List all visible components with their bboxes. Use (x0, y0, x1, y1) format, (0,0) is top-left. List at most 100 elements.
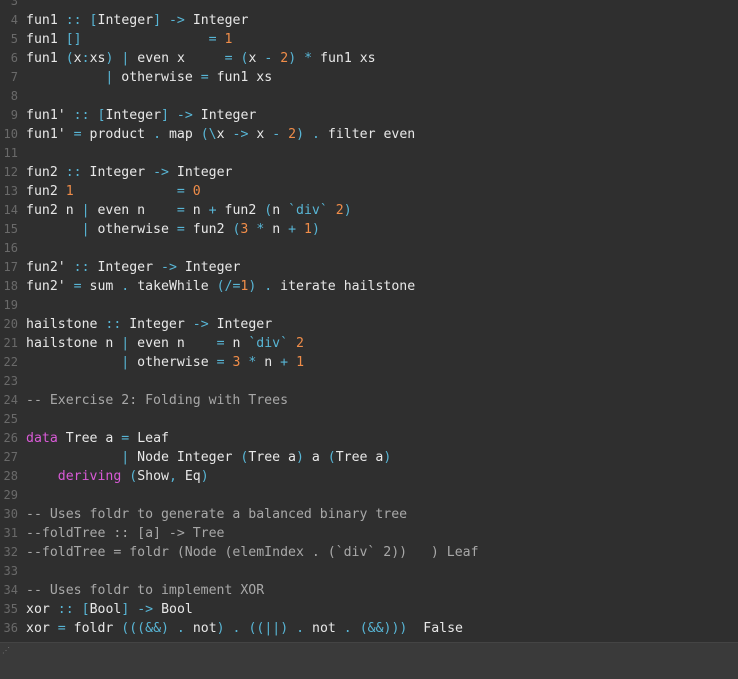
code-line-18[interactable]: 18 fun2' = sum . takeWhile (/=1) . iterat… (0, 277, 738, 296)
code-token: -> (232, 127, 249, 142)
code-token: :: (65, 13, 82, 28)
code-token: -> (176, 108, 193, 123)
code-token: fun2' (26, 279, 74, 294)
code-line-4[interactable]: 4 fun1 :: [Integer] -> Integer (0, 11, 738, 30)
code-token: Integer (89, 260, 161, 275)
line-number: 6 (10, 51, 18, 65)
code-line-32[interactable]: 32 --foldTree = foldr (Node (elemIndex . … (0, 543, 738, 562)
code-line-9[interactable]: 9 fun1' :: [Integer] -> Integer (0, 106, 738, 125)
code-token: 2 (280, 51, 289, 66)
code-line-12[interactable]: 12 fun2 :: Integer -> Integer (0, 163, 738, 182)
code-line-23[interactable]: 23 (0, 372, 738, 391)
code-token: ) (161, 621, 169, 636)
code-token: hailstone (26, 317, 106, 332)
code-line-10[interactable]: 10 fun1' = product . map (\x -> x - 2) . … (0, 125, 738, 144)
code-token: -> (153, 165, 169, 180)
code-token: x (248, 127, 273, 142)
code-token: `div` (288, 203, 328, 218)
line-number: 30 (3, 507, 18, 521)
code-token: || (264, 621, 281, 636)
code-token: ( (65, 51, 74, 66)
code-token: fun2 n (26, 203, 82, 218)
code-line-35[interactable]: 35 xor :: [Bool] -> Bool (0, 600, 738, 619)
line-number: 26 (3, 431, 18, 445)
code-line-3[interactable]: 3 (0, 0, 738, 11)
code-line-15[interactable]: 15 | otherwise = fun2 (3 * n + 1) (0, 220, 738, 239)
code-token: ) (383, 450, 392, 465)
code-token: :: (73, 108, 90, 123)
line-number: 3 (10, 0, 18, 8)
code-token: xor (26, 602, 58, 617)
code-token: fun1 (26, 32, 66, 47)
code-text: --foldTree :: [a] -> Tree (26, 524, 225, 543)
resize-grip-icon[interactable]: ⋰ (2, 646, 10, 655)
code-token: Tree a (335, 450, 384, 465)
code-line-27[interactable]: 27 | Node Integer (Tree a) a (Tree a) (0, 448, 738, 467)
code-line-11[interactable]: 11 (0, 144, 738, 163)
code-line-6[interactable]: 6 fun1 (x:xs) | even x = (x - 2) * fun1 x… (0, 49, 738, 68)
code-token: Node Integer (129, 450, 241, 465)
code-line-25[interactable]: 25 (0, 410, 738, 429)
code-token: = (57, 621, 66, 636)
code-token: . (153, 127, 162, 142)
code-line-5[interactable]: 5 fun1 [] = 1 (0, 30, 738, 49)
code-token: filter even (319, 127, 416, 142)
code-line-19[interactable]: 19 (0, 296, 738, 315)
code-line-28[interactable]: 28 deriving (Show, Eq) (0, 467, 738, 486)
code-line-30[interactable]: 30 -- Uses foldr to generate a balanced b… (0, 505, 738, 524)
code-editor[interactable]: 3 4 fun1 :: [Integer] -> Integer 5 fun1 [] =… (0, 0, 738, 642)
code-token: otherwise (129, 355, 217, 370)
code-line-21[interactable]: 21 hailstone n | even n = n `div` 2 (0, 334, 738, 353)
code-token: Tree a (57, 431, 122, 446)
code-token: Integer (97, 13, 154, 28)
code-line-22[interactable]: 22 | otherwise = 3 * n + 1 (0, 353, 738, 372)
code-token: sum (81, 279, 122, 294)
code-token: otherwise (89, 222, 177, 237)
code-line-24[interactable]: 24 -- Exercise 2: Folding with Trees (0, 391, 738, 410)
code-token: False (407, 621, 463, 636)
line-number: 22 (3, 355, 18, 369)
code-line-33[interactable]: 33 (0, 562, 738, 581)
code-text: fun2' :: Integer -> Integer (26, 258, 240, 277)
code-text: fun1 :: [Integer] -> Integer (26, 11, 248, 30)
code-token: otherwise (113, 70, 201, 85)
code-line-13[interactable]: 13 fun2 1 = 0 (0, 182, 738, 201)
code-line-36[interactable]: 36 xor = foldr (((&&) . not) . ((||) . no… (0, 619, 738, 638)
code-text: xor :: [Bool] -> Bool (26, 600, 193, 619)
code-line-31[interactable]: 31 --foldTree :: [a] -> Tree (0, 524, 738, 543)
code-token: even n (129, 336, 217, 351)
code-token: Integer (168, 165, 233, 180)
code-line-14[interactable]: 14 fun2 n | even n = n + fun2 (n `div` 2) (0, 201, 738, 220)
code-line-34[interactable]: 34 -- Uses foldr to implement XOR (0, 581, 738, 600)
line-number: 17 (3, 260, 18, 274)
line-number: 5 (10, 32, 18, 46)
code-token: | (81, 222, 90, 237)
code-line-20[interactable]: 20 hailstone :: Integer -> Integer (0, 315, 738, 334)
code-line-8[interactable]: 8 (0, 87, 738, 106)
code-token: = (176, 184, 185, 199)
code-line-17[interactable]: 17 fun2' :: Integer -> Integer (0, 258, 738, 277)
code-token: -- Uses foldr to implement XOR (26, 583, 265, 598)
code-token: -> (161, 260, 177, 275)
code-token: fun1' (26, 127, 74, 142)
code-line-29[interactable]: 29 (0, 486, 738, 505)
line-number: 11 (3, 146, 18, 160)
code-text: fun2 :: Integer -> Integer (26, 163, 232, 182)
line-number: 27 (3, 450, 18, 464)
code-line-16[interactable]: 16 (0, 239, 738, 258)
code-token: (/= (216, 279, 241, 294)
code-text: xor = foldr (((&&) . not) . ((||) . not … (26, 619, 463, 638)
code-token: 2 (335, 203, 344, 218)
code-token: ] (161, 108, 169, 123)
code-token: data (26, 431, 58, 446)
code-text: | Node Integer (Tree a) a (Tree a) (26, 448, 391, 467)
line-number: 12 (3, 165, 18, 179)
code-token: ((( (121, 621, 146, 636)
code-text: -- Uses foldr to implement XOR (26, 581, 264, 600)
code-line-26[interactable]: 26 data Tree a = Leaf (0, 429, 738, 448)
code-line-7[interactable]: 7 | otherwise = fun1 xs (0, 68, 738, 87)
